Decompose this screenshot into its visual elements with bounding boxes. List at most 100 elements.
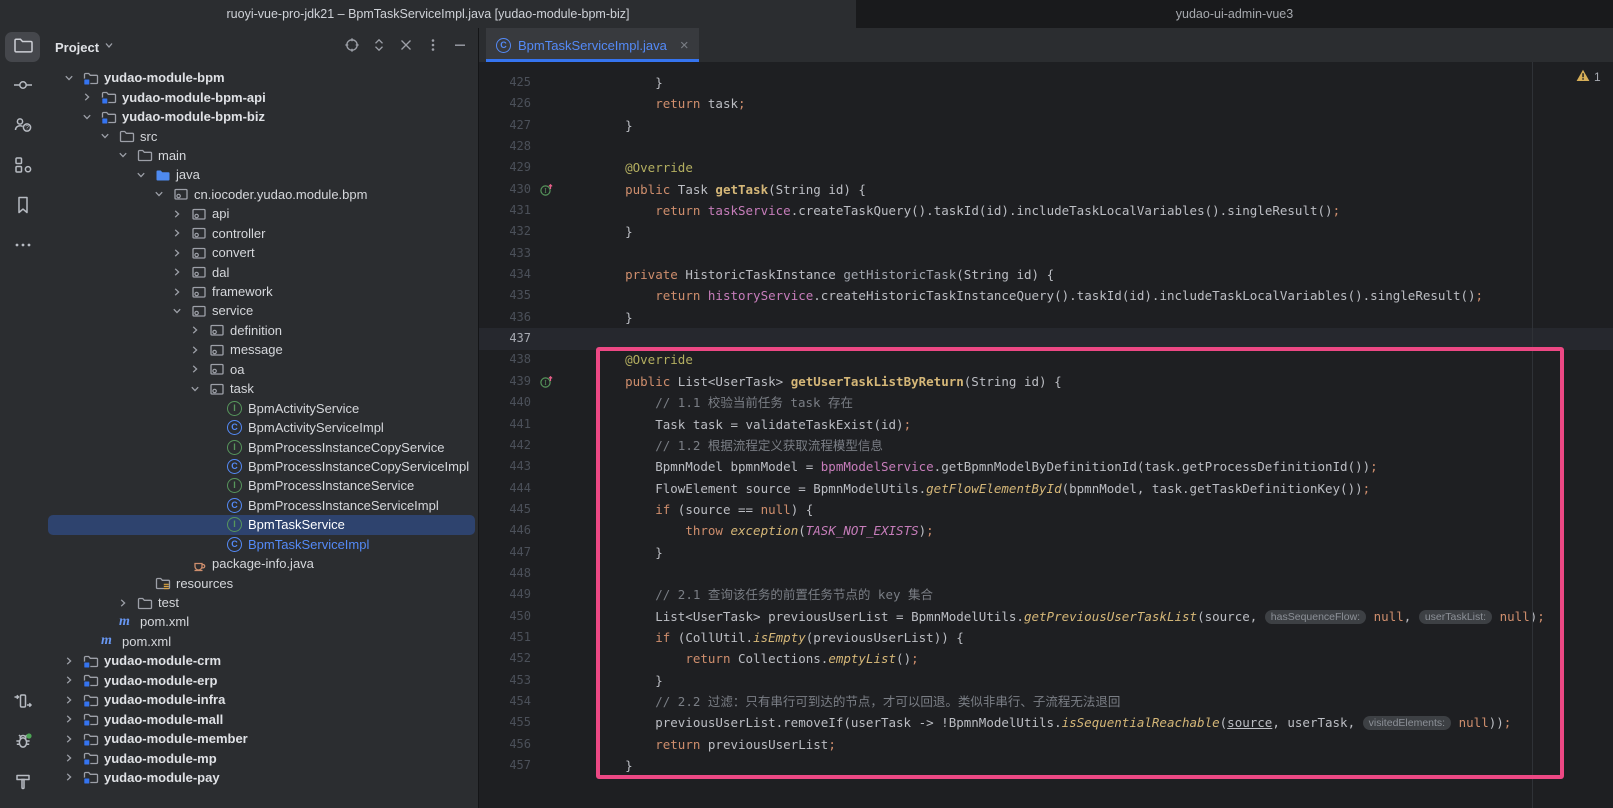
chevron-right-icon[interactable] [189, 322, 209, 338]
tree-item-java[interactable]: java [45, 165, 478, 184]
code-line-431[interactable]: 431 return taskService.createTaskQuery()… [479, 200, 1613, 221]
tree-item-framework[interactable]: framework [45, 282, 478, 301]
bookmarks-button[interactable] [5, 192, 40, 222]
tree-item-bpmprocessinstanceserviceimpl[interactable]: CBpmProcessInstanceServiceImpl [45, 496, 478, 515]
tree-item-bpmprocessinstancecopyserviceimpl[interactable]: CBpmProcessInstanceCopyServiceImpl [45, 457, 478, 476]
chevron-right-icon[interactable] [63, 731, 83, 747]
tree-item-message[interactable]: message [45, 340, 478, 359]
commit-button[interactable] [5, 72, 40, 102]
code-line-455[interactable]: 455 previousUserList.removeIf(userTask -… [479, 712, 1613, 733]
tree-item-yudao-module-infra[interactable]: yudao-module-infra [45, 690, 478, 709]
tree-item-yudao-module-erp[interactable]: yudao-module-erp [45, 671, 478, 690]
code-line-437[interactable]: 437 [479, 328, 1613, 349]
chevron-right-icon[interactable] [189, 342, 209, 358]
chevron-down-icon[interactable] [99, 128, 119, 144]
code-line-439[interactable]: 439I public List<UserTask> getUserTaskLi… [479, 371, 1613, 392]
code-line-448[interactable]: 448 [479, 563, 1613, 584]
chevron-right-icon[interactable] [117, 595, 137, 611]
project-button[interactable] [5, 32, 40, 62]
tree-item-yudao-module-crm[interactable]: yudao-module-crm [45, 651, 478, 670]
code-line-434[interactable]: 434 private HistoricTaskInstance getHist… [479, 264, 1613, 285]
tree-item-yudao-module-bpm[interactable]: yudao-module-bpm [45, 68, 478, 87]
tree-item-dal[interactable]: dal [45, 262, 478, 281]
code-line-440[interactable]: 440 // 1.1 校验当前任务 task 存在 [479, 392, 1613, 413]
debug-button[interactable] [5, 728, 40, 758]
code-line-438[interactable]: 438 @Override [479, 349, 1613, 370]
chevron-right-icon[interactable] [63, 711, 83, 727]
code-line-450[interactable]: 450 List<UserTask> previousUserList = Bp… [479, 606, 1613, 627]
services-button[interactable] [5, 688, 40, 718]
tree-item-yudao-module-bpm-biz[interactable]: yudao-module-bpm-biz [45, 107, 478, 126]
tree-item-cn-iocoder-yudao-module-bpm[interactable]: cn.iocoder.yudao.module.bpm [45, 185, 478, 204]
tree-item-bpmprocessinstancecopyservice[interactable]: IBpmProcessInstanceCopyService [45, 437, 478, 456]
tree-item-convert[interactable]: convert [45, 243, 478, 262]
chevron-right-icon[interactable] [63, 672, 83, 688]
chevron-right-icon[interactable] [171, 264, 191, 280]
code-line-426[interactable]: 426 return task; [479, 93, 1613, 114]
tree-item-bpmactivityserviceimpl[interactable]: CBpmActivityServiceImpl [45, 418, 478, 437]
code-line-429[interactable]: 429 @Override [479, 157, 1613, 178]
chevron-right-icon[interactable] [171, 225, 191, 241]
chevron-down-icon[interactable] [81, 109, 101, 125]
tree-item-definition[interactable]: definition [45, 321, 478, 340]
build-button[interactable] [5, 768, 40, 798]
chevron-down-icon[interactable] [171, 303, 191, 319]
chevron-right-icon[interactable] [63, 653, 83, 669]
tree-item-src[interactable]: src [45, 126, 478, 145]
code-line-433[interactable]: 433 [479, 243, 1613, 264]
chevron-right-icon[interactable] [171, 245, 191, 261]
chevron-down-icon[interactable] [153, 186, 173, 202]
code-line-441[interactable]: 441 Task task = validateTaskExist(id); [479, 414, 1613, 435]
chevron-down-icon[interactable] [117, 147, 137, 163]
locate-file-icon[interactable] [344, 37, 360, 58]
project-panel-title[interactable]: Project [55, 40, 99, 55]
tree-item-yudao-module-bpm-api[interactable]: yudao-module-bpm-api [45, 87, 478, 106]
tree-item-main[interactable]: main [45, 146, 478, 165]
hide-icon[interactable] [452, 37, 468, 58]
chevron-right-icon[interactable] [63, 769, 83, 785]
code-line-453[interactable]: 453 } [479, 670, 1613, 691]
code-line-427[interactable]: 427 } [479, 115, 1613, 136]
tree-item-bpmtaskserviceimpl[interactable]: CBpmTaskServiceImpl [45, 535, 478, 554]
tree-item-package-info-java[interactable]: package-info.java [45, 554, 478, 573]
tree-item-controller[interactable]: controller [45, 224, 478, 243]
code-line-425[interactable]: 425 } [479, 72, 1613, 93]
expand-all-icon[interactable] [371, 37, 387, 58]
code-line-444[interactable]: 444 FlowElement source = BpmnModelUtils.… [479, 478, 1613, 499]
collapse-all-icon[interactable] [398, 37, 414, 58]
code-line-442[interactable]: 442 // 1.2 根据流程定义获取流程模型信息 [479, 435, 1613, 456]
code-line-432[interactable]: 432 } [479, 221, 1613, 242]
inspections-widget[interactable]: 1 [1576, 69, 1601, 85]
tree-item-bpmactivityservice[interactable]: IBpmActivityService [45, 398, 478, 417]
code-line-454[interactable]: 454 // 2.2 过滤：只有串行可到达的节点，才可以回退。类似非串行、子流程… [479, 691, 1613, 712]
chevron-down-icon[interactable] [63, 70, 83, 86]
chevron-right-icon[interactable] [171, 284, 191, 300]
tree-item-pom-xml[interactable]: mpom.xml [45, 632, 478, 651]
tree-item-bpmtaskservice[interactable]: IBpmTaskService [48, 515, 475, 534]
implements-method-gutter-icon[interactable]: I [539, 374, 555, 390]
code-line-430[interactable]: 430I public Task getTask(String id) { [479, 179, 1613, 200]
close-icon[interactable]: × [680, 38, 689, 53]
tab-bpmtaskserviceimpl-java[interactable]: C BpmTaskServiceImpl.java × [486, 28, 699, 62]
tree-item-api[interactable]: api [45, 204, 478, 223]
code-line-436[interactable]: 436 } [479, 307, 1613, 328]
code-line-457[interactable]: 457 } [479, 755, 1613, 776]
tree-item-test[interactable]: test [45, 593, 478, 612]
tree-item-oa[interactable]: oa [45, 360, 478, 379]
tree-item-yudao-module-pay[interactable]: yudao-module-pay [45, 768, 478, 787]
tree-item-bpmprocessinstanceservice[interactable]: IBpmProcessInstanceService [45, 476, 478, 495]
tree-item-yudao-module-member[interactable]: yudao-module-member [45, 729, 478, 748]
background-window-titlebar[interactable]: yudao-ui-admin-vue3 [856, 0, 1613, 28]
code-line-435[interactable]: 435 return historyService.createHistoric… [479, 285, 1613, 306]
code-line-452[interactable]: 452 return Collections.emptyList(); [479, 648, 1613, 669]
tree-item-yudao-module-mall[interactable]: yudao-module-mall [45, 709, 478, 728]
tree-item-resources[interactable]: resources [45, 573, 478, 592]
code-line-443[interactable]: 443 BpmnModel bpmnModel = bpmModelServic… [479, 456, 1613, 477]
tree-item-yudao-module-mp[interactable]: yudao-module-mp [45, 748, 478, 767]
pull-requests-button[interactable]: ? [5, 112, 40, 142]
chevron-right-icon[interactable] [63, 692, 83, 708]
tree-item-pom-xml[interactable]: mpom.xml [45, 612, 478, 631]
code-line-445[interactable]: 445 if (source == null) { [479, 499, 1613, 520]
code-line-451[interactable]: 451 if (CollUtil.isEmpty(previousUserLis… [479, 627, 1613, 648]
code-line-428[interactable]: 428 [479, 136, 1613, 157]
